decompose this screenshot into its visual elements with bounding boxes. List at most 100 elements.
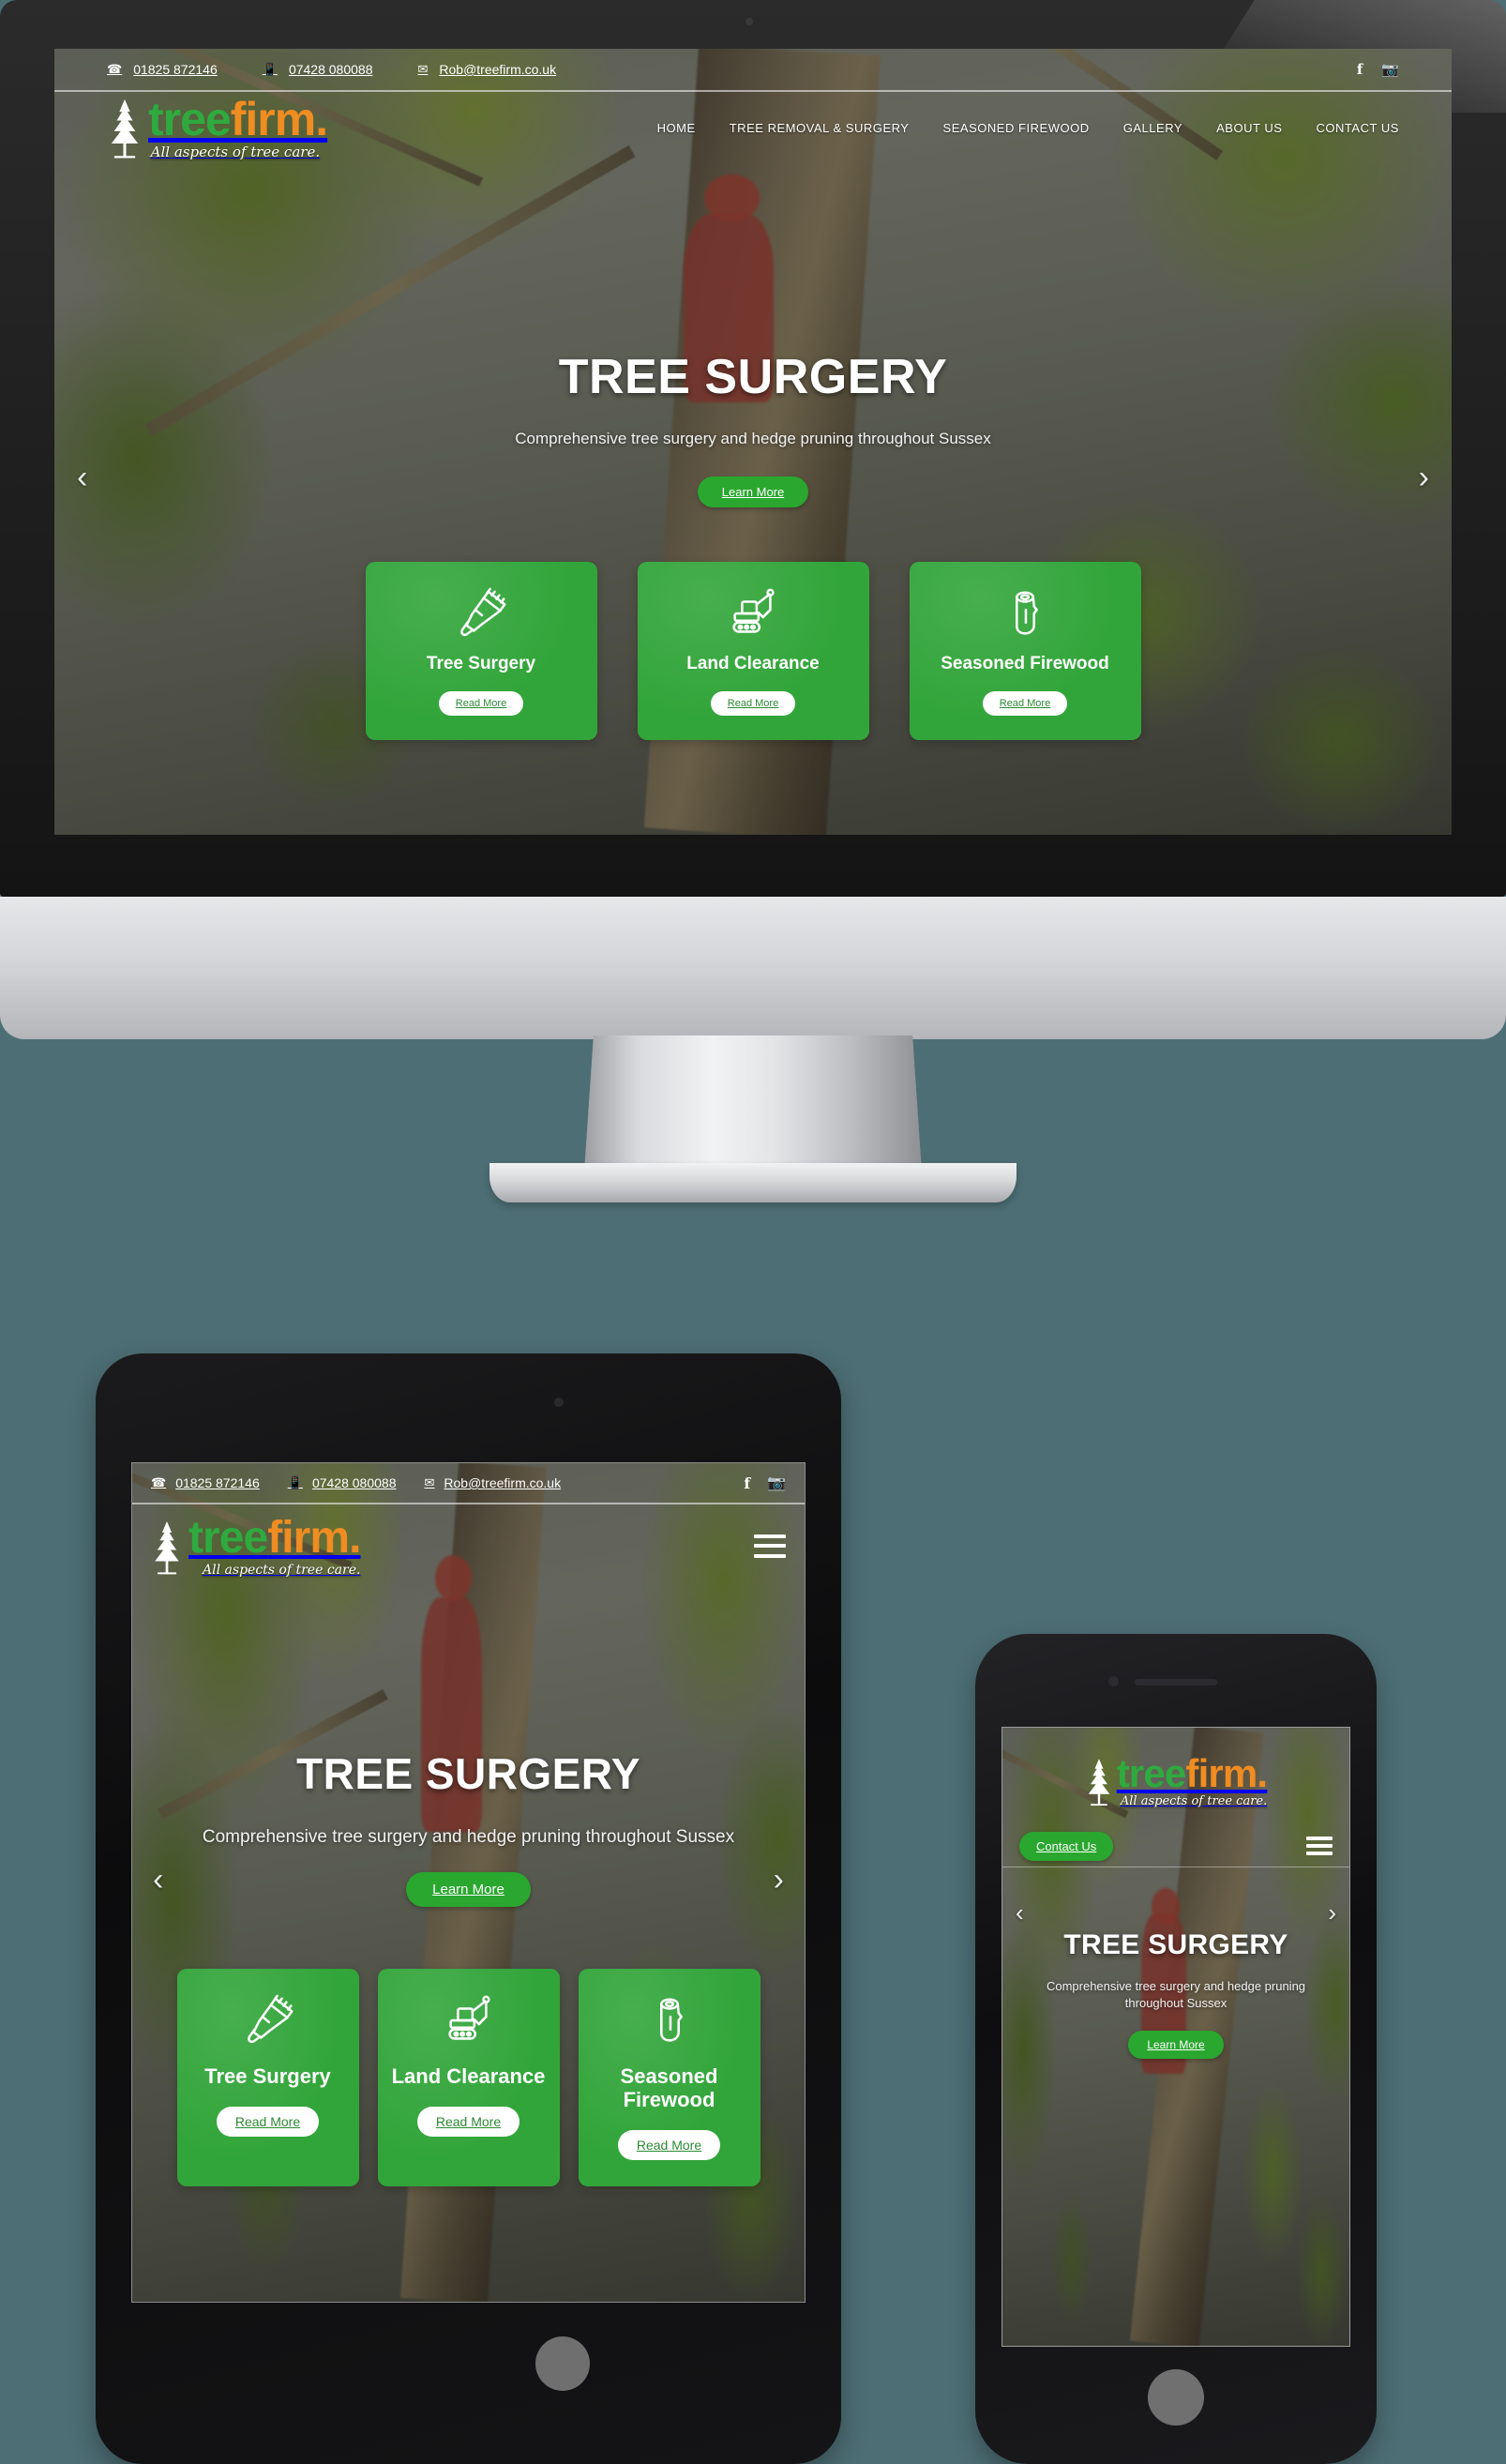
logo-wordmark: treefirm. All aspects of tree care. bbox=[1116, 1750, 1268, 1807]
main-navigation: HOME TREE REMOVAL & SURGERY SEASONED FIR… bbox=[657, 121, 1399, 135]
chainsaw-icon bbox=[452, 586, 510, 641]
desktop-browser-viewport: ☎ 01825 872146 📱 07428 080088 ✉ Rob@tree… bbox=[54, 49, 1452, 835]
phone-iphone-mockup: treefirm. All aspects of tree care. Cont… bbox=[975, 1634, 1377, 2464]
logo-tagline: All aspects of tree care. bbox=[203, 1562, 361, 1578]
nav-item-home[interactable]: HOME bbox=[657, 121, 696, 135]
service-card-seasoned-firewood[interactable]: Seasoned Firewood Read More bbox=[578, 1968, 761, 2186]
topbar-landline[interactable]: ☎ 01825 872146 bbox=[151, 1475, 260, 1490]
nav-item-tree-removal-surgery[interactable]: TREE REMOVAL & SURGERY bbox=[730, 121, 910, 135]
iphone-earpiece bbox=[1135, 1679, 1217, 1685]
service-cards: Tree Surgery Read More Land Clearance Re… bbox=[132, 1968, 805, 2186]
service-card-read-more[interactable]: Read More bbox=[617, 2130, 721, 2161]
envelope-icon: ✉ bbox=[417, 62, 429, 76]
iphone-home-button[interactable] bbox=[1148, 2369, 1204, 2426]
imac-chin bbox=[0, 897, 1506, 1039]
device-mockup-scene: ☎ 01825 872146 📱 07428 080088 ✉ Rob@tree… bbox=[0, 0, 1506, 2464]
nav-item-about-us[interactable]: ABOUT US bbox=[1216, 121, 1282, 135]
mobile-icon: 📱 bbox=[262, 62, 278, 76]
carousel-next-arrow[interactable]: › bbox=[1419, 460, 1429, 496]
imac-stand-foot bbox=[489, 1163, 1017, 1202]
carousel-next-arrow[interactable]: › bbox=[774, 1862, 784, 1898]
email-address: Rob@treefirm.co.uk bbox=[444, 1475, 562, 1490]
hero-learn-more-button[interactable]: Learn More bbox=[1128, 2031, 1224, 2060]
excavator-icon bbox=[724, 586, 782, 641]
contact-topbar: ☎ 01825 872146 📱 07428 080088 ✉ Rob@tree… bbox=[132, 1463, 805, 1503]
site-header: treefirm. All aspects of tree care. HOME… bbox=[54, 90, 1452, 165]
service-card-read-more[interactable]: Read More bbox=[216, 2106, 320, 2137]
service-card-title: Land Clearance bbox=[391, 2063, 546, 2088]
contact-us-button[interactable]: Contact Us bbox=[1019, 1831, 1114, 1861]
service-card-read-more[interactable]: Read More bbox=[438, 690, 524, 716]
site-logo[interactable]: treefirm. All aspects of tree care. bbox=[151, 1512, 361, 1578]
hero-slide: TREE SURGERY Comprehensive tree surgery … bbox=[54, 165, 1452, 507]
hero-title: TREE SURGERY bbox=[296, 1749, 640, 1798]
logo-word-tree: tree bbox=[188, 1512, 268, 1563]
service-card-title: Tree Surgery bbox=[204, 2063, 331, 2088]
hamburger-bar bbox=[1306, 1837, 1333, 1840]
landline-number: 01825 872146 bbox=[175, 1475, 260, 1490]
carousel-prev-arrow[interactable]: ‹ bbox=[1016, 1898, 1024, 1927]
pine-tree-icon bbox=[1088, 1758, 1109, 1806]
logo-word-row: treefirm. bbox=[148, 93, 328, 145]
logo-word-dot: . bbox=[349, 1512, 361, 1563]
service-card-read-more[interactable]: Read More bbox=[710, 690, 796, 716]
social-links: f 📷 bbox=[1338, 61, 1399, 78]
topbar-email[interactable]: ✉ Rob@treefirm.co.uk bbox=[424, 1475, 561, 1490]
service-card-land-clearance[interactable]: Land Clearance Read More bbox=[377, 1968, 560, 2186]
log-icon bbox=[640, 1993, 699, 2048]
hamburger-bar bbox=[754, 1553, 786, 1558]
site-logo[interactable]: treefirm. All aspects of tree care. bbox=[1085, 1750, 1268, 1807]
service-card-land-clearance[interactable]: Land Clearance Read More bbox=[637, 562, 869, 740]
hero-title: TREE SURGERY bbox=[1063, 1929, 1288, 1960]
topbar-mobile[interactable]: 📱 07428 080088 bbox=[263, 62, 373, 77]
hero-learn-more-button[interactable]: Learn More bbox=[697, 476, 809, 507]
service-card-tree-surgery[interactable]: Tree Surgery Read More bbox=[176, 1968, 359, 2186]
site-logo[interactable]: treefirm. All aspects of tree care. bbox=[107, 93, 328, 159]
ipad-home-button[interactable] bbox=[535, 2336, 590, 2391]
service-card-title: Land Clearance bbox=[686, 654, 820, 673]
carousel-next-arrow[interactable]: › bbox=[1328, 1898, 1336, 1927]
service-card-title: Tree Surgery bbox=[426, 654, 536, 673]
carousel-prev-arrow[interactable]: ‹ bbox=[153, 1862, 163, 1898]
service-card-tree-surgery[interactable]: Tree Surgery Read More bbox=[365, 562, 597, 740]
topbar-mobile[interactable]: 📱 07428 080088 bbox=[288, 1475, 397, 1490]
desktop-website: ☎ 01825 872146 📱 07428 080088 ✉ Rob@tree… bbox=[54, 49, 1452, 835]
topbar-email[interactable]: ✉ Rob@treefirm.co.uk bbox=[417, 62, 556, 77]
nav-item-contact-us[interactable]: CONTACT US bbox=[1316, 121, 1399, 135]
service-card-seasoned-firewood[interactable]: Seasoned Firewood Read More bbox=[909, 562, 1141, 740]
tablet-browser-viewport: ☎ 01825 872146 📱 07428 080088 ✉ Rob@tree… bbox=[131, 1462, 806, 2303]
hamburger-bar bbox=[1306, 1852, 1333, 1855]
hero-subtitle: Comprehensive tree surgery and hedge pru… bbox=[202, 1827, 735, 1847]
mobile-number: 07428 080088 bbox=[288, 62, 373, 77]
facebook-icon[interactable]: f bbox=[1357, 61, 1363, 78]
tablet-ipad-mockup: ☎ 01825 872146 📱 07428 080088 ✉ Rob@tree… bbox=[96, 1353, 841, 2464]
hamburger-menu-icon[interactable] bbox=[1306, 1837, 1333, 1855]
hero-slide: TREE SURGERY Comprehensive tree surgery … bbox=[132, 1589, 805, 1907]
hero-subtitle: Comprehensive tree surgery and hedge pru… bbox=[1046, 1979, 1306, 2011]
instagram-icon[interactable]: 📷 bbox=[1381, 61, 1399, 78]
social-links: f 📷 bbox=[727, 1474, 786, 1492]
logo-word-firm: firm bbox=[230, 93, 316, 145]
hamburger-menu-icon[interactable] bbox=[754, 1534, 786, 1558]
hamburger-bar bbox=[1306, 1844, 1333, 1848]
phone-website: treefirm. All aspects of tree care. Cont… bbox=[1002, 1728, 1349, 2346]
hamburger-bar bbox=[754, 1534, 786, 1538]
facebook-icon[interactable]: f bbox=[744, 1474, 750, 1492]
instagram-icon[interactable]: 📷 bbox=[767, 1474, 786, 1492]
carousel-prev-arrow[interactable]: ‹ bbox=[77, 460, 87, 496]
phone-icon: ☎ bbox=[107, 62, 123, 76]
pine-tree-icon bbox=[155, 1520, 179, 1574]
logo-word-row: treefirm. bbox=[188, 1512, 361, 1563]
hero-learn-more-button[interactable]: Learn More bbox=[406, 1871, 531, 1907]
phone-icon: ☎ bbox=[151, 1475, 167, 1489]
site-header: treefirm. All aspects of tree care. bbox=[132, 1503, 805, 1589]
logo-word-tree: tree bbox=[1116, 1750, 1187, 1795]
logo-word-row: treefirm. bbox=[1116, 1750, 1268, 1795]
service-card-read-more[interactable]: Read More bbox=[982, 690, 1068, 716]
service-card-read-more[interactable]: Read More bbox=[416, 2106, 520, 2137]
topbar-landline[interactable]: ☎ 01825 872146 bbox=[107, 62, 218, 77]
mobile-icon: 📱 bbox=[287, 1475, 303, 1489]
nav-item-gallery[interactable]: GALLERY bbox=[1123, 121, 1182, 135]
nav-item-seasoned-firewood[interactable]: SEASONED FIREWOOD bbox=[943, 121, 1090, 135]
logo-word-dot: . bbox=[1257, 1750, 1268, 1795]
